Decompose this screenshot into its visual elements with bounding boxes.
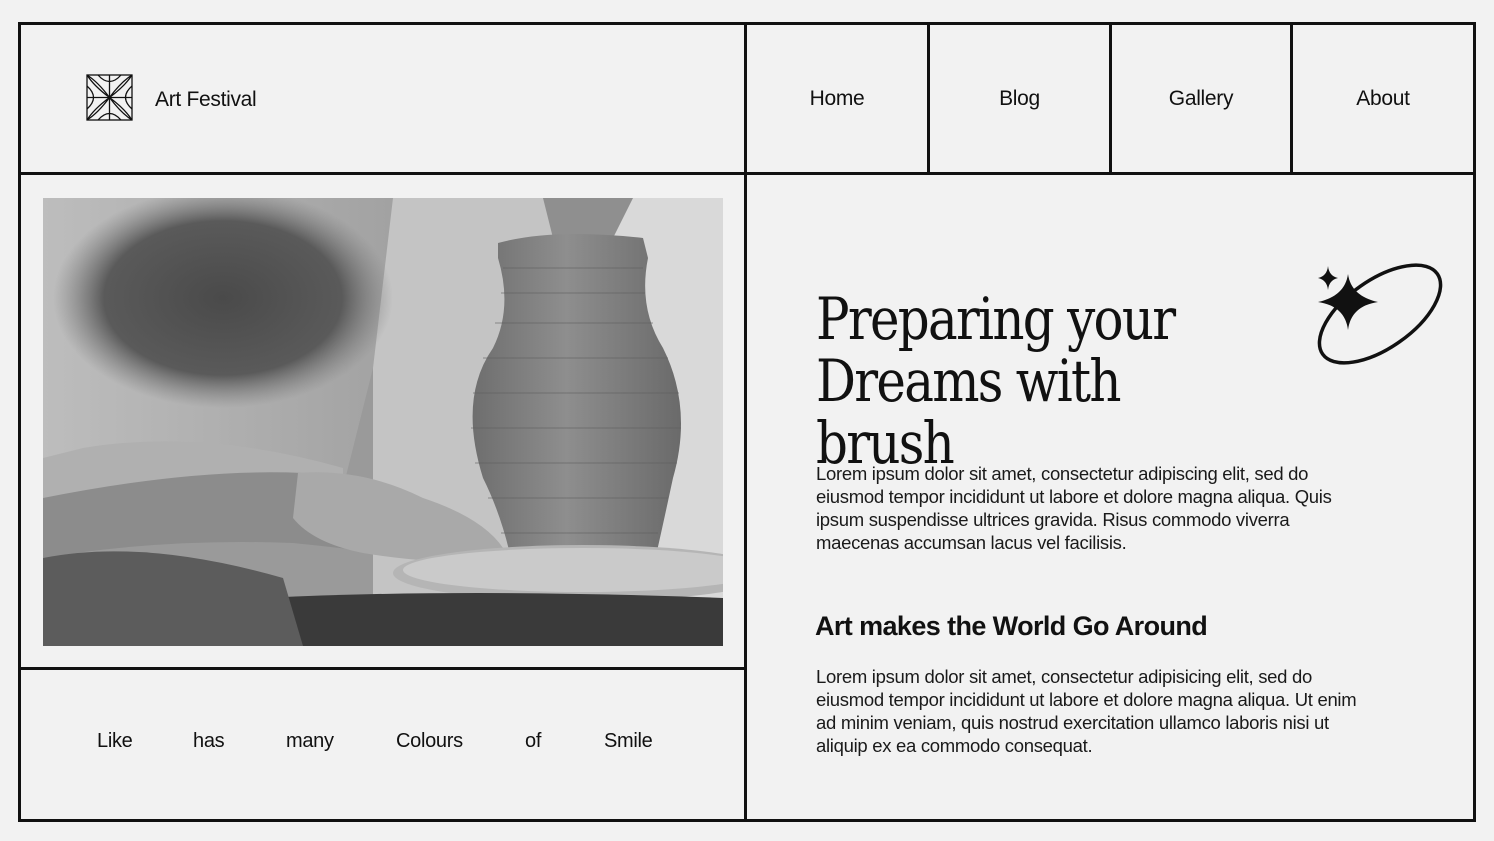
word-strip-item: Like xyxy=(97,730,133,752)
section-subtitle: Art makes the World Go Around xyxy=(815,611,1208,641)
hero-title: Preparing your Dreams with brush xyxy=(816,285,1176,477)
section-paragraph: Lorem ipsum dolor sit amet, consectetur … xyxy=(816,666,1357,756)
nav-home[interactable]: Home xyxy=(747,25,927,172)
sparkle-orbit-icon xyxy=(1312,258,1452,378)
hero-paragraph: Lorem ipsum dolor sit amet, consectetur … xyxy=(816,463,1332,553)
word-strip-item: has xyxy=(193,730,225,752)
potter-at-wheel-image xyxy=(43,198,723,646)
header-divider xyxy=(18,172,1476,175)
brand[interactable]: Art Festival xyxy=(86,74,257,126)
word-strip-item: Colours xyxy=(396,730,463,752)
nav-blog[interactable]: Blog xyxy=(930,25,1109,172)
word-strip-item: many xyxy=(286,730,334,752)
brand-name: Art Festival xyxy=(155,88,257,111)
photo-strip-divider xyxy=(18,667,747,670)
nav-about[interactable]: About xyxy=(1293,25,1473,172)
nav-gallery[interactable]: Gallery xyxy=(1112,25,1290,172)
flower-grid-icon xyxy=(86,74,133,126)
word-strip-item: of xyxy=(525,730,542,752)
word-strip-item: Smile xyxy=(604,730,653,752)
